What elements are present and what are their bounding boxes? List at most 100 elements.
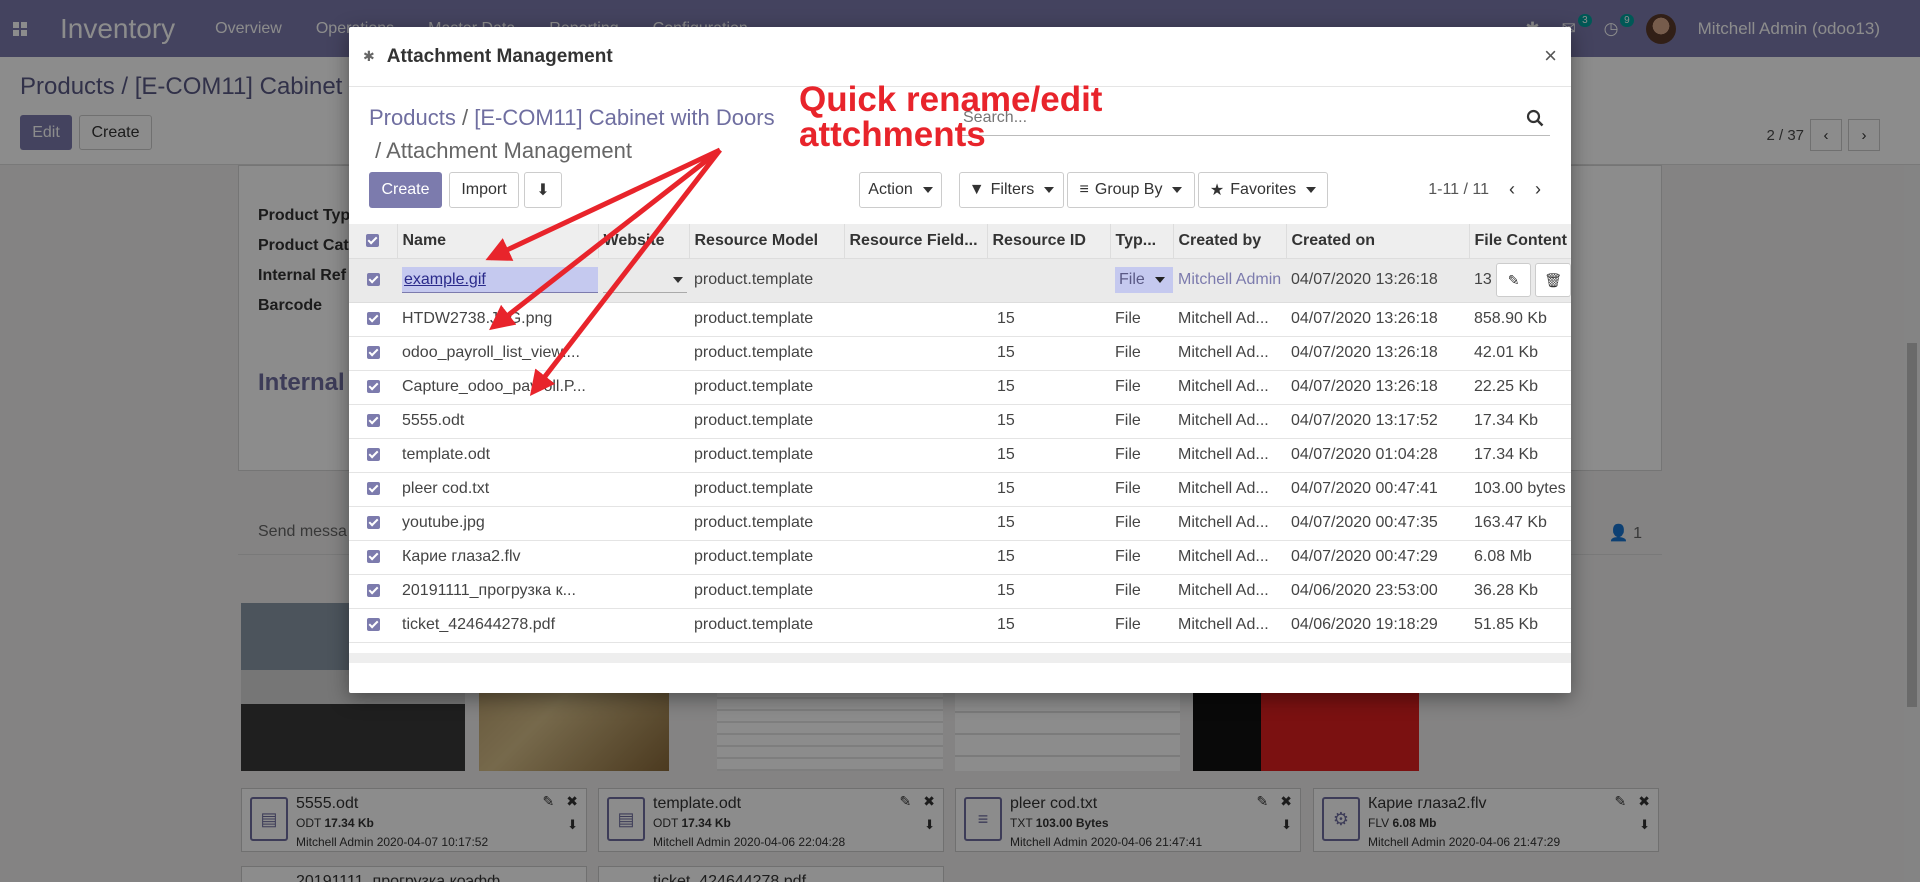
action-dropdown[interactable]: Action [859, 172, 942, 208]
row-checkbox[interactable] [349, 540, 397, 575]
breadcrumb-separator: / [369, 138, 382, 163]
column-header-website[interactable]: Website [598, 224, 690, 259]
file-content-value: 13 [1474, 271, 1492, 288]
resource-field-cell [844, 438, 987, 473]
breadcrumb-products[interactable]: Products [369, 105, 456, 130]
favorites-dropdown[interactable]: ★ Favorites [1198, 172, 1328, 208]
group-by-dropdown[interactable]: ≡ Group By [1067, 172, 1195, 208]
file-content-cell: 22.25 Kb [1469, 370, 1571, 405]
resource-field-cell [844, 540, 987, 575]
file-content-cell: 17.34 Kb [1469, 438, 1571, 473]
resource-model-cell: product.template [689, 404, 844, 439]
breadcrumb-product[interactable]: [E-COM11] Cabinet with Doors [474, 105, 774, 130]
row-checkbox[interactable] [349, 302, 397, 337]
file-content-cell: 13 ✎ 🗑 [1469, 258, 1571, 303]
table-row[interactable]: template.odt product.template 15 File Mitche… [349, 438, 1571, 473]
favorites-label: Favorites [1230, 181, 1297, 198]
file-content-cell: 103.00 bytes [1469, 472, 1571, 507]
filter-icon: ▼ [968, 181, 985, 198]
table-row[interactable]: ticket_424644278.pdf product.template 15 Fi… [349, 608, 1571, 643]
created-by-cell: Mitchell Admin [1173, 258, 1286, 303]
table-row[interactable]: youtube.jpg product.template 15 File Mitchel… [349, 506, 1571, 541]
row-checkbox[interactable] [349, 608, 397, 643]
column-header-type[interactable]: Typ... [1110, 224, 1174, 259]
website-select[interactable] [603, 267, 687, 293]
chevron-right-icon[interactable]: › [1535, 179, 1541, 200]
filters-dropdown[interactable]: ▼ Filters [959, 172, 1064, 208]
type-cell: File [1110, 404, 1173, 439]
file-content-cell: 51.85 Kb [1469, 608, 1571, 643]
type-cell: File [1110, 302, 1173, 337]
table-header-row: Name Website Resource Model Resource Fie… [349, 224, 1571, 259]
chevron-left-icon[interactable]: ‹ [1509, 179, 1515, 200]
column-header-resource-field[interactable]: Resource Field... [844, 224, 988, 259]
resource-id-cell: 15 [987, 438, 1110, 473]
created-by-link[interactable]: Mitchell Admin [1178, 271, 1281, 288]
name-cell: youtube.jpg [397, 506, 598, 541]
row-checkbox[interactable] [349, 574, 397, 609]
import-button[interactable]: Import [449, 172, 519, 208]
name-cell: 20191111_прогрузка к... [397, 574, 598, 609]
table-row[interactable]: Карие глаза2.flv product.template 15 File Mi… [349, 540, 1571, 575]
file-content-cell: 17.34 Kb [1469, 404, 1571, 439]
resource-model-cell: product.template [689, 336, 844, 371]
trash-icon[interactable]: 🗑 [1535, 263, 1571, 297]
row-checkbox[interactable] [349, 506, 397, 541]
table-row[interactable]: Capture_odoo_payroll.P... product.templat… [349, 370, 1571, 405]
resource-model-cell: product.template [689, 438, 844, 473]
close-icon[interactable]: × [1544, 43, 1557, 69]
resource-id-cell: 15 [987, 302, 1110, 337]
name-cell: ticket_424644278.pdf [397, 608, 598, 643]
row-checkbox[interactable] [349, 438, 397, 473]
name-cell: Capture_odoo_payroll.P... [397, 370, 598, 405]
attachments-table-wrapper: Name Website Resource Model Resource Fie… [349, 224, 1571, 654]
column-header-created-by[interactable]: Created by [1173, 224, 1287, 259]
table-row-editing[interactable]: example.gif product.template File Mitche… [349, 258, 1571, 303]
resource-field-cell [844, 370, 987, 405]
table-row[interactable]: 20191111_прогрузка к... product.template 1… [349, 574, 1571, 609]
table-row[interactable]: HTDW2738.JPG.png product.template 15 File Mi… [349, 302, 1571, 337]
created-by-cell: Mitchell Ad... [1173, 506, 1286, 541]
table-row[interactable]: odoo_payroll_list_view.... product.templa… [349, 336, 1571, 371]
breadcrumb-separator: / [461, 105, 469, 130]
website-cell [598, 506, 689, 541]
column-header-name[interactable]: Name [397, 224, 599, 259]
caret-down-icon [1044, 187, 1055, 193]
row-checkbox[interactable] [349, 472, 397, 507]
created-on-cell: 04/07/2020 00:47:35 [1286, 506, 1469, 541]
row-checkbox[interactable] [349, 336, 397, 371]
website-cell [598, 540, 689, 575]
name-edit-input[interactable]: example.gif [402, 267, 598, 293]
column-header-file-content[interactable]: File Content [1469, 224, 1571, 259]
created-on-cell: 04/07/2020 00:47:29 [1286, 540, 1469, 575]
created-on-cell: 04/07/2020 13:26:18 [1286, 302, 1469, 337]
column-header-created-on[interactable]: Created on [1286, 224, 1470, 259]
column-header-resource-model[interactable]: Resource Model [689, 224, 845, 259]
table-horizontal-scrollbar[interactable] [349, 653, 1571, 663]
row-checkbox[interactable] [349, 404, 397, 439]
select-all-checkbox[interactable] [349, 224, 398, 259]
resource-field-cell [844, 574, 987, 609]
pager-value[interactable]: 1-11 / 11 [1428, 181, 1489, 199]
pencil-icon[interactable]: ✎ [1495, 263, 1532, 297]
search-icon[interactable] [1526, 109, 1544, 127]
row-checkbox[interactable] [349, 370, 397, 405]
column-header-resource-id[interactable]: Resource ID [987, 224, 1111, 259]
resource-model-cell: product.template [689, 472, 844, 507]
resource-field-cell [844, 302, 987, 337]
type-select[interactable]: File [1115, 267, 1173, 293]
website-cell [598, 574, 689, 609]
create-button[interactable]: Create [369, 172, 442, 208]
download-icon[interactable]: ⬇ [524, 172, 562, 208]
row-checkbox[interactable] [349, 258, 397, 303]
resource-model-cell: product.template [689, 506, 844, 541]
name-cell: template.odt [397, 438, 598, 473]
table-row[interactable]: 5555.odt product.template 15 File Mitchell A… [349, 404, 1571, 439]
created-on-cell: 04/07/2020 13:26:18 [1286, 370, 1469, 405]
caret-down-icon [1172, 187, 1183, 193]
table-row[interactable]: pleer cod.txt product.template 15 File Mitch… [349, 472, 1571, 507]
type-cell: File [1110, 608, 1173, 643]
created-on-cell: 04/07/2020 01:04:28 [1286, 438, 1469, 473]
type-cell: File [1110, 336, 1173, 371]
name-cell: Карие глаза2.flv [397, 540, 598, 575]
